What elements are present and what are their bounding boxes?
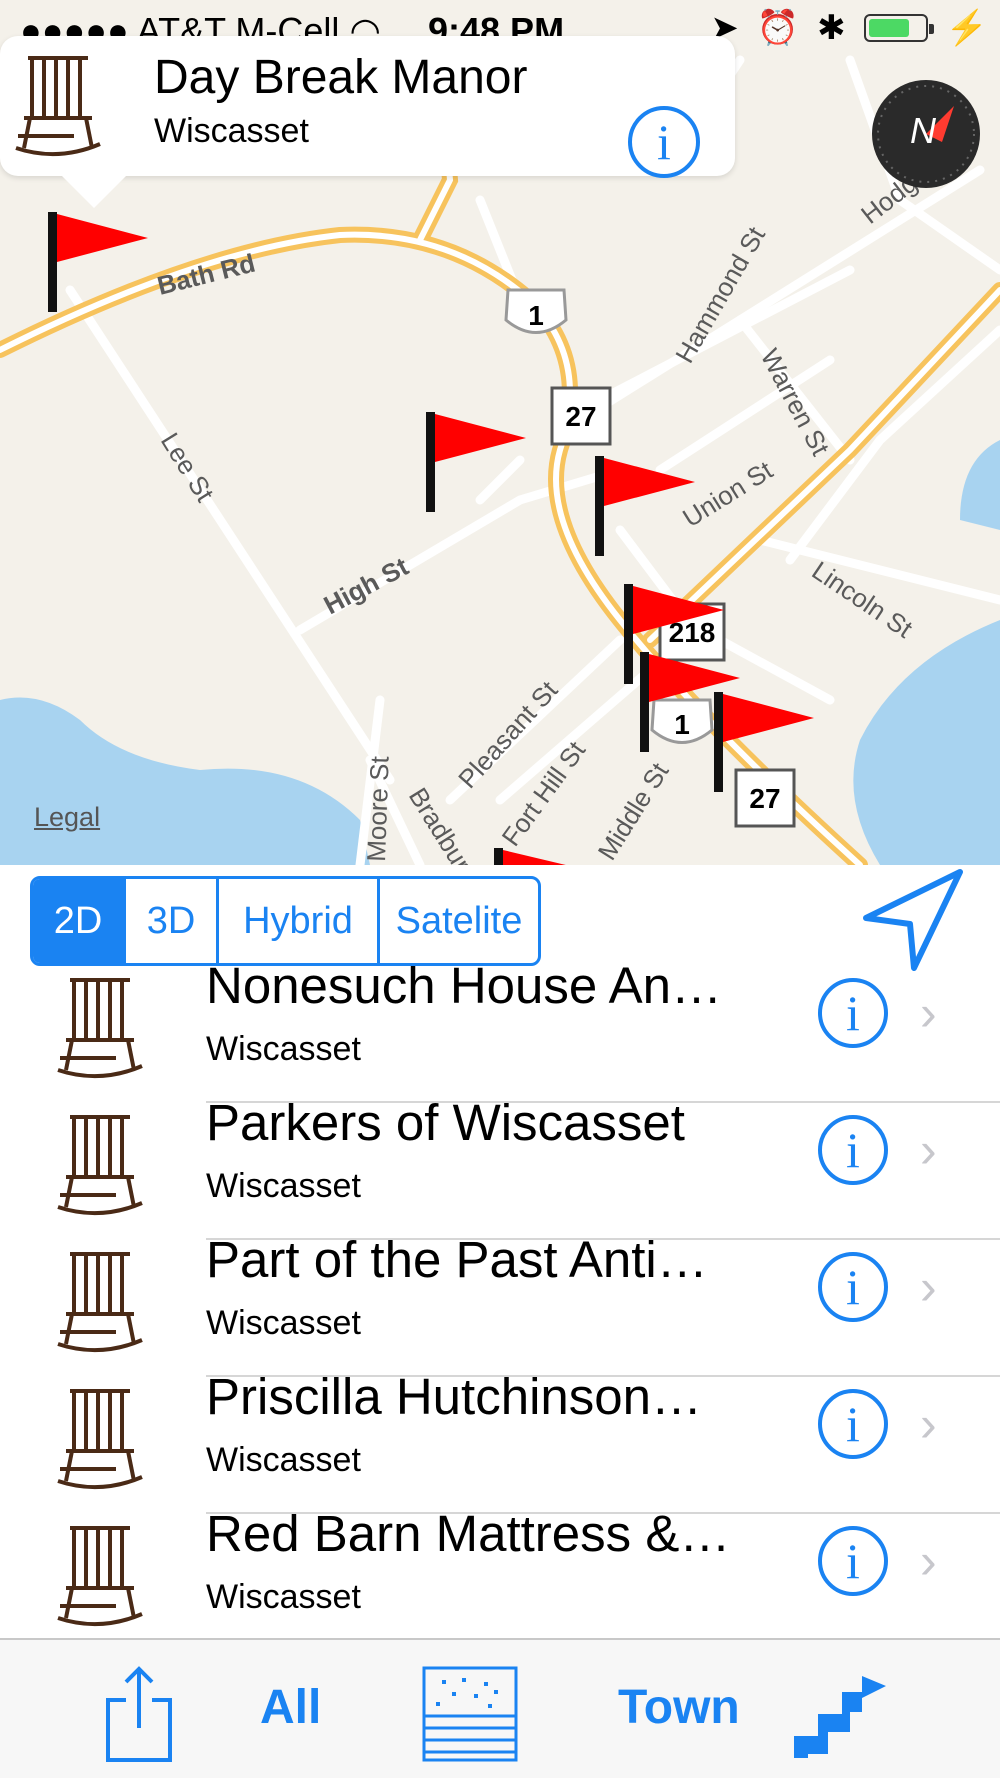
battery-icon bbox=[863, 14, 934, 42]
share-icon[interactable] bbox=[104, 1664, 174, 1764]
flag-pin[interactable] bbox=[494, 848, 570, 865]
town-button[interactable]: Town bbox=[618, 1680, 740, 1735]
rocking-chair-icon bbox=[57, 1389, 143, 1490]
street-label: High St bbox=[319, 551, 414, 620]
list-item-location: Wiscasset bbox=[206, 1441, 361, 1479]
segment-3d[interactable]: 3D bbox=[126, 879, 219, 963]
svg-text:1: 1 bbox=[674, 709, 690, 740]
chevron-right-icon[interactable]: › bbox=[920, 1532, 937, 1590]
legal-link[interactable]: Legal bbox=[34, 802, 100, 833]
list-item[interactable]: Nonesuch House An… Wiscasset i › bbox=[0, 966, 1000, 1103]
list-item-name: Nonesuch House An… bbox=[206, 966, 722, 1014]
alarm-icon: ⏰ bbox=[756, 9, 800, 47]
water-area bbox=[960, 440, 1000, 530]
info-button[interactable]: i bbox=[818, 1115, 888, 1185]
list-item-location: Wiscasset bbox=[206, 1304, 361, 1342]
chevron-right-icon[interactable]: › bbox=[920, 1258, 937, 1316]
list-item-location: Wiscasset bbox=[206, 1167, 361, 1205]
list-item[interactable]: Part of the Past Anti… Wiscasset i › bbox=[0, 1231, 1000, 1377]
all-button[interactable]: All bbox=[260, 1680, 321, 1735]
segment-hybrid[interactable]: Hybrid bbox=[219, 879, 380, 963]
street-label: Lee St bbox=[155, 427, 221, 507]
bottom-toolbar: All Town bbox=[0, 1638, 1000, 1778]
list-item-location: Wiscasset bbox=[206, 1578, 361, 1616]
compass-north-label: N bbox=[910, 110, 936, 151]
chevron-right-icon[interactable]: › bbox=[920, 984, 937, 1042]
route-shield: 27 bbox=[550, 386, 612, 446]
callout-info-button[interactable]: i bbox=[628, 106, 700, 178]
chevron-right-icon[interactable]: › bbox=[920, 1395, 937, 1453]
map-type-segmented-control[interactable]: 2D 3D Hybrid Satelite bbox=[30, 876, 541, 966]
current-location-icon[interactable] bbox=[860, 868, 970, 978]
charging-icon: ⚡ bbox=[945, 9, 988, 47]
callout-subtitle: Wiscasset bbox=[154, 112, 309, 150]
list-view-icon[interactable] bbox=[422, 1666, 518, 1762]
compass-icon[interactable]: N bbox=[872, 80, 980, 188]
water-area bbox=[0, 697, 370, 865]
route-shield: 27 bbox=[734, 768, 796, 828]
segment-satellite[interactable]: Satelite bbox=[380, 879, 538, 963]
rocking-chair-icon bbox=[57, 1526, 143, 1627]
street-label: Bath Rd bbox=[154, 248, 258, 301]
street-label: Union St bbox=[677, 454, 778, 533]
battery-level bbox=[868, 19, 910, 37]
street-label: Middle St bbox=[592, 757, 675, 865]
list-item[interactable]: Parkers of Wiscasset Wiscasset i › bbox=[0, 1094, 1000, 1240]
svg-text:27: 27 bbox=[565, 401, 596, 432]
svg-text:27: 27 bbox=[749, 783, 780, 814]
list-item[interactable]: Red Barn Mattress &… Wiscasset i › bbox=[0, 1505, 1000, 1638]
rocking-chair-icon bbox=[15, 56, 101, 157]
directions-icon[interactable] bbox=[790, 1662, 890, 1762]
water-area bbox=[853, 620, 1000, 865]
rocking-chair-icon bbox=[57, 1115, 143, 1216]
street-label: Moore St bbox=[361, 755, 395, 862]
list-item[interactable]: Priscilla Hutchinson… Wiscasset i › bbox=[0, 1368, 1000, 1514]
callout-title: Day Break Manor bbox=[154, 51, 528, 104]
svg-text:1: 1 bbox=[528, 300, 544, 331]
segment-2d[interactable]: 2D bbox=[33, 879, 126, 963]
chevron-right-icon[interactable]: › bbox=[920, 1121, 937, 1179]
rocking-chair-icon bbox=[57, 1252, 143, 1353]
info-button[interactable]: i bbox=[818, 978, 888, 1048]
list-item-name: Red Barn Mattress &… bbox=[206, 1505, 731, 1562]
route-shield: 1 bbox=[650, 698, 714, 744]
list-item-name: Priscilla Hutchinson… bbox=[206, 1368, 703, 1425]
info-button[interactable]: i bbox=[818, 1252, 888, 1322]
places-list[interactable]: Nonesuch House An… Wiscasset i › Parkers… bbox=[0, 966, 1000, 1638]
list-item-location: Wiscasset bbox=[206, 1030, 361, 1068]
route-shield: 1 bbox=[504, 288, 568, 334]
map-callout[interactable]: Day Break Manor Wiscasset i bbox=[0, 36, 735, 208]
list-item-name: Part of the Past Anti… bbox=[206, 1231, 708, 1288]
bluetooth-icon: ✱ bbox=[817, 9, 846, 47]
rocking-chair-icon bbox=[57, 978, 143, 1079]
info-button[interactable]: i bbox=[818, 1389, 888, 1459]
list-item-name: Parkers of Wiscasset bbox=[206, 1094, 685, 1151]
flag-pin[interactable] bbox=[426, 412, 526, 512]
info-button[interactable]: i bbox=[818, 1526, 888, 1596]
